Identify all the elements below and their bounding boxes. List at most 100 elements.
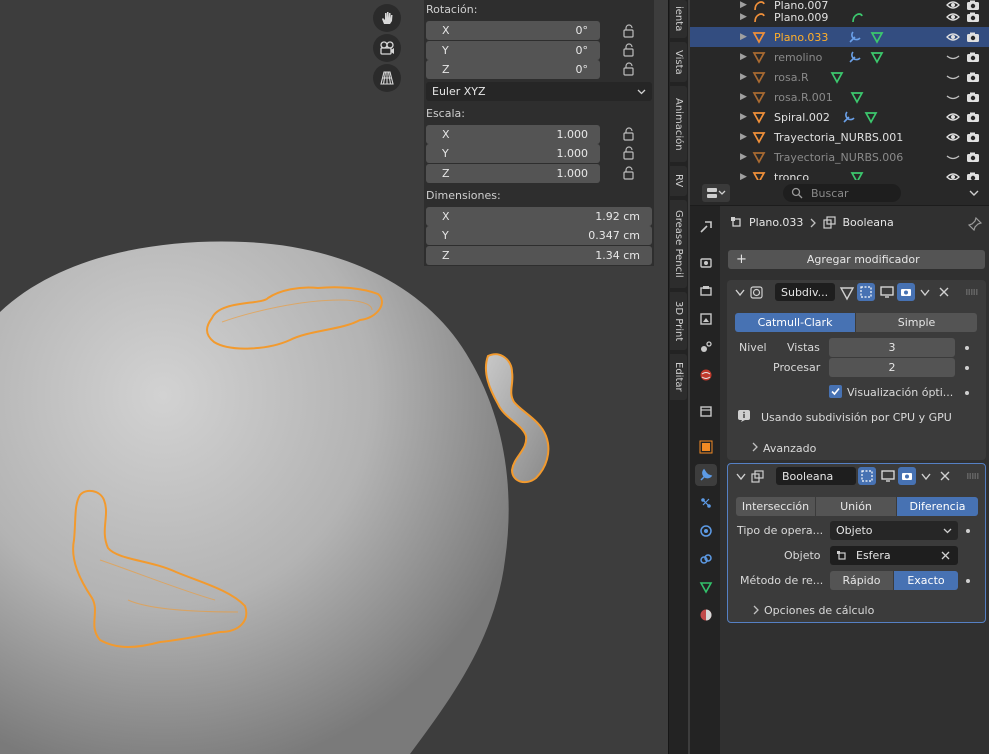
particles-tab-icon[interactable] xyxy=(695,492,717,514)
visibility-eye-icon[interactable] xyxy=(946,150,960,167)
scene-tab-icon[interactable] xyxy=(695,336,717,358)
render-camera-icon[interactable] xyxy=(966,170,980,180)
dimension-x-field[interactable]: X 1.92 cm xyxy=(426,207,652,226)
viewport-levels-field[interactable]: 3 xyxy=(829,338,955,357)
3d-viewport[interactable]: Rotación: X 0° Y 0° Z 0° Euler XYZ Escala: … xyxy=(0,0,668,754)
exact-option[interactable]: Exacto xyxy=(894,571,958,590)
simple-option[interactable]: Simple xyxy=(856,313,977,332)
drag-handle-icon[interactable] xyxy=(966,473,980,479)
tab-animacion[interactable]: Animación xyxy=(670,86,687,162)
outliner-row[interactable]: ▶ rosa.R.001 xyxy=(690,87,989,107)
data-tab-icon[interactable] xyxy=(695,576,717,598)
lock-icon[interactable] xyxy=(622,127,636,141)
outliner-row[interactable]: ▶ tronco xyxy=(690,167,989,180)
expand-chevron-icon[interactable]: ▶ xyxy=(740,32,747,42)
union-option[interactable]: Unión xyxy=(816,497,897,516)
modifier-tab-icon[interactable] xyxy=(695,464,717,486)
outliner-row[interactable]: ▶ Trayectoria_NURBS.006 xyxy=(690,147,989,167)
outliner-row[interactable]: ▶ remolino xyxy=(690,47,989,67)
lock-icon[interactable] xyxy=(622,62,636,76)
boolean-name-field[interactable]: Booleana xyxy=(776,467,856,485)
intersect-option[interactable]: Intersección xyxy=(736,497,816,516)
keyframe-dot[interactable] xyxy=(965,391,969,395)
expand-chevron-icon[interactable]: ▶ xyxy=(740,152,747,162)
solver-options-subpanel[interactable]: Opciones de cálculo xyxy=(764,604,874,617)
solver-toggle[interactable]: Rápido Exacto xyxy=(830,571,958,590)
visibility-eye-icon[interactable] xyxy=(946,10,960,27)
expand-chevron-icon[interactable]: ▶ xyxy=(740,52,747,62)
visibility-eye-icon[interactable] xyxy=(946,90,960,107)
subdivision-name-field[interactable]: Subdiv... xyxy=(775,283,835,301)
keyframe-dot[interactable] xyxy=(966,579,970,583)
keyframe-dot[interactable] xyxy=(965,346,969,350)
expand-chevron-icon[interactable]: ▶ xyxy=(740,72,747,82)
outliner-row[interactable]: ▶ rosa.R xyxy=(690,67,989,87)
sphere-mesh[interactable] xyxy=(0,241,509,754)
constraints-tab-icon[interactable] xyxy=(695,548,717,570)
difference-option[interactable]: Diferencia xyxy=(897,497,978,516)
view-layer-tab-icon[interactable] xyxy=(695,308,717,330)
material-tab-icon[interactable] xyxy=(695,604,717,626)
keyframe-dot[interactable] xyxy=(966,529,970,533)
physics-tab-icon[interactable] xyxy=(695,520,717,542)
render-camera-icon[interactable] xyxy=(966,130,980,147)
render-camera-icon[interactable] xyxy=(966,70,980,87)
operand-type-select[interactable]: Objeto xyxy=(830,521,958,540)
tool-tab-icon[interactable] xyxy=(695,216,717,238)
lock-icon[interactable] xyxy=(622,146,636,160)
render-camera-icon[interactable] xyxy=(966,90,980,107)
render-camera-icon[interactable] xyxy=(966,110,980,127)
camera-view-icon[interactable] xyxy=(373,34,401,62)
world-tab-icon[interactable] xyxy=(695,364,717,386)
output-tab-icon[interactable] xyxy=(695,280,717,302)
outliner-row[interactable]: ▶ Trayectoria_NURBS.001 xyxy=(690,127,989,147)
dimension-z-field[interactable]: Z 1.34 cm xyxy=(426,246,652,265)
edit-mode-toggle-icon[interactable] xyxy=(839,285,855,301)
viewport-display-icon[interactable] xyxy=(878,283,896,301)
expand-chevron-icon[interactable]: ▶ xyxy=(740,92,747,102)
render-camera-icon[interactable] xyxy=(966,150,980,167)
clear-icon[interactable] xyxy=(941,551,950,560)
chevron-right-icon[interactable] xyxy=(752,605,760,615)
properties-search-input[interactable]: Buscar xyxy=(783,184,901,202)
outliner-row[interactable]: ▶ Spiral.002 xyxy=(690,107,989,127)
fast-option[interactable]: Rápido xyxy=(830,571,894,590)
visibility-eye-icon[interactable] xyxy=(946,50,960,67)
render-camera-icon[interactable] xyxy=(966,30,980,47)
render-tab-icon[interactable] xyxy=(695,252,717,274)
boolean-operation-toggle[interactable]: Intersección Unión Diferencia xyxy=(736,497,978,516)
chevron-down-icon[interactable] xyxy=(921,473,931,481)
render-camera-icon[interactable] xyxy=(897,283,915,301)
subdivision-type-toggle[interactable]: Catmull-Clark Simple xyxy=(735,313,977,332)
tab-rv[interactable]: RV xyxy=(670,166,687,196)
rotation-x-field[interactable]: X 0° xyxy=(426,21,600,40)
rotation-mode-select[interactable]: Euler XYZ xyxy=(426,82,652,101)
on-cage-toggle-icon[interactable] xyxy=(857,283,875,301)
keyframe-dot[interactable] xyxy=(965,366,969,370)
drag-handle-icon[interactable] xyxy=(965,289,979,295)
visibility-eye-icon[interactable] xyxy=(946,30,960,47)
add-modifier-button[interactable]: + Agregar modificador xyxy=(728,250,985,269)
pan-hand-icon[interactable] xyxy=(373,4,401,32)
chevron-down-icon[interactable] xyxy=(735,289,745,297)
editor-type-button[interactable] xyxy=(702,184,730,202)
rotation-z-field[interactable]: Z 0° xyxy=(426,60,600,79)
outliner-row[interactable]: ▶ Plano.033 xyxy=(690,27,989,47)
rotation-y-field[interactable]: Y 0° xyxy=(426,41,600,60)
scale-x-field[interactable]: X 1.000 xyxy=(426,125,600,144)
tab-vista[interactable]: Vista xyxy=(670,42,687,82)
visibility-eye-icon[interactable] xyxy=(946,130,960,147)
outliner-row[interactable]: ▶ Plano.009 xyxy=(690,7,989,27)
tab-3d-print[interactable]: 3D Print xyxy=(670,292,687,350)
optimal-display-checkbox[interactable] xyxy=(829,385,842,398)
ortho-grid-icon[interactable] xyxy=(373,64,401,92)
chevron-down-icon[interactable] xyxy=(736,473,746,481)
chevron-down-icon[interactable] xyxy=(968,188,980,198)
render-camera-icon[interactable] xyxy=(966,10,980,27)
render-camera-icon[interactable] xyxy=(966,50,980,67)
visibility-eye-icon[interactable] xyxy=(946,70,960,87)
visibility-eye-icon[interactable] xyxy=(946,170,960,180)
visibility-eye-icon[interactable] xyxy=(946,110,960,127)
pin-icon[interactable] xyxy=(968,217,982,231)
expand-chevron-icon[interactable]: ▶ xyxy=(740,12,747,22)
